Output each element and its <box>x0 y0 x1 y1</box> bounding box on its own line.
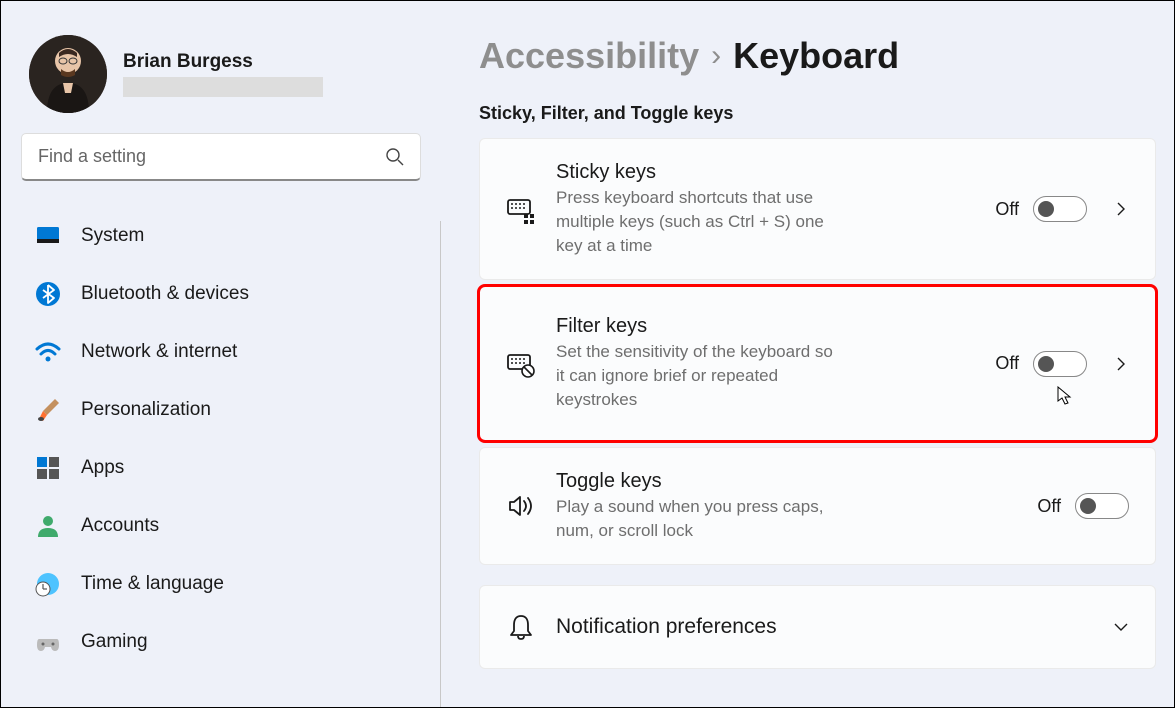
nav-label: Network & internet <box>81 341 237 363</box>
card-notification-preferences[interactable]: Notification preferences <box>479 585 1156 669</box>
sidebar-item-bluetooth[interactable]: Bluetooth & devices <box>21 265 421 323</box>
nav-label: Apps <box>81 457 124 479</box>
card-description: Set the sensitivity of the keyboard so i… <box>556 340 836 411</box>
chevron-down-icon <box>1113 619 1129 635</box>
paintbrush-icon <box>35 397 61 423</box>
card-description: Play a sound when you press caps, num, o… <box>556 495 836 543</box>
card-toggle-keys[interactable]: Toggle keys Play a sound when you press … <box>479 447 1156 566</box>
sidebar-item-accounts[interactable]: Accounts <box>21 497 421 555</box>
apps-icon <box>35 455 61 481</box>
nav-label: Bluetooth & devices <box>81 283 249 305</box>
card-filter-keys[interactable]: Filter keys Set the sensitivity of the k… <box>479 286 1156 440</box>
breadcrumb: Accessibility › Keyboard <box>479 35 1156 77</box>
toggle-state-label: Off <box>995 199 1019 220</box>
clock-globe-icon <box>35 571 61 597</box>
nav-list: System Bluetooth & devices Network & int… <box>21 207 421 671</box>
bell-icon <box>506 612 536 642</box>
filter-keys-icon <box>506 349 536 379</box>
breadcrumb-current: Keyboard <box>733 35 899 77</box>
speaker-icon <box>506 491 536 521</box>
avatar <box>29 35 107 113</box>
filter-keys-toggle[interactable] <box>1033 351 1087 377</box>
search-icon <box>385 147 405 167</box>
sidebar: Brian Burgess System <box>1 1 441 707</box>
sticky-keys-icon <box>506 194 536 224</box>
user-email-redacted <box>123 77 323 97</box>
nav-label: Gaming <box>81 631 148 653</box>
card-description: Press keyboard shortcuts that use multip… <box>556 186 836 257</box>
search-box <box>21 133 421 181</box>
nav-label: Accounts <box>81 515 159 537</box>
nav-label: System <box>81 225 144 247</box>
sidebar-item-network[interactable]: Network & internet <box>21 323 421 381</box>
card-title: Sticky keys <box>556 161 975 184</box>
user-name: Brian Burgess <box>123 51 323 73</box>
sidebar-item-personalization[interactable]: Personalization <box>21 381 421 439</box>
card-title: Toggle keys <box>556 470 1017 493</box>
breadcrumb-parent[interactable]: Accessibility <box>479 35 699 77</box>
sidebar-divider <box>440 221 441 707</box>
card-sticky-keys[interactable]: Sticky keys Press keyboard shortcuts tha… <box>479 138 1156 280</box>
person-icon <box>35 513 61 539</box>
chevron-right-icon <box>1113 356 1129 372</box>
user-section[interactable]: Brian Burgess <box>21 31 421 133</box>
toggle-state-label: Off <box>995 353 1019 374</box>
toggle-state-label: Off <box>1037 496 1061 517</box>
bluetooth-icon <box>35 281 61 307</box>
search-input[interactable] <box>21 133 421 181</box>
card-title: Notification preferences <box>556 615 1081 639</box>
chevron-right-icon <box>1113 201 1129 217</box>
sidebar-item-system[interactable]: System <box>21 207 421 265</box>
main-content: Accessibility › Keyboard Sticky, Filter,… <box>441 1 1174 707</box>
gamepad-icon <box>35 629 61 655</box>
system-icon <box>35 223 61 249</box>
toggle-keys-toggle[interactable] <box>1075 493 1129 519</box>
nav-label: Personalization <box>81 399 211 421</box>
nav-label: Time & language <box>81 573 224 595</box>
section-title: Sticky, Filter, and Toggle keys <box>479 103 1156 124</box>
sticky-keys-toggle[interactable] <box>1033 196 1087 222</box>
wifi-icon <box>35 339 61 365</box>
sidebar-item-time[interactable]: Time & language <box>21 555 421 613</box>
chevron-right-icon: › <box>711 39 721 73</box>
sidebar-item-gaming[interactable]: Gaming <box>21 613 421 671</box>
sidebar-item-apps[interactable]: Apps <box>21 439 421 497</box>
card-title: Filter keys <box>556 315 975 338</box>
